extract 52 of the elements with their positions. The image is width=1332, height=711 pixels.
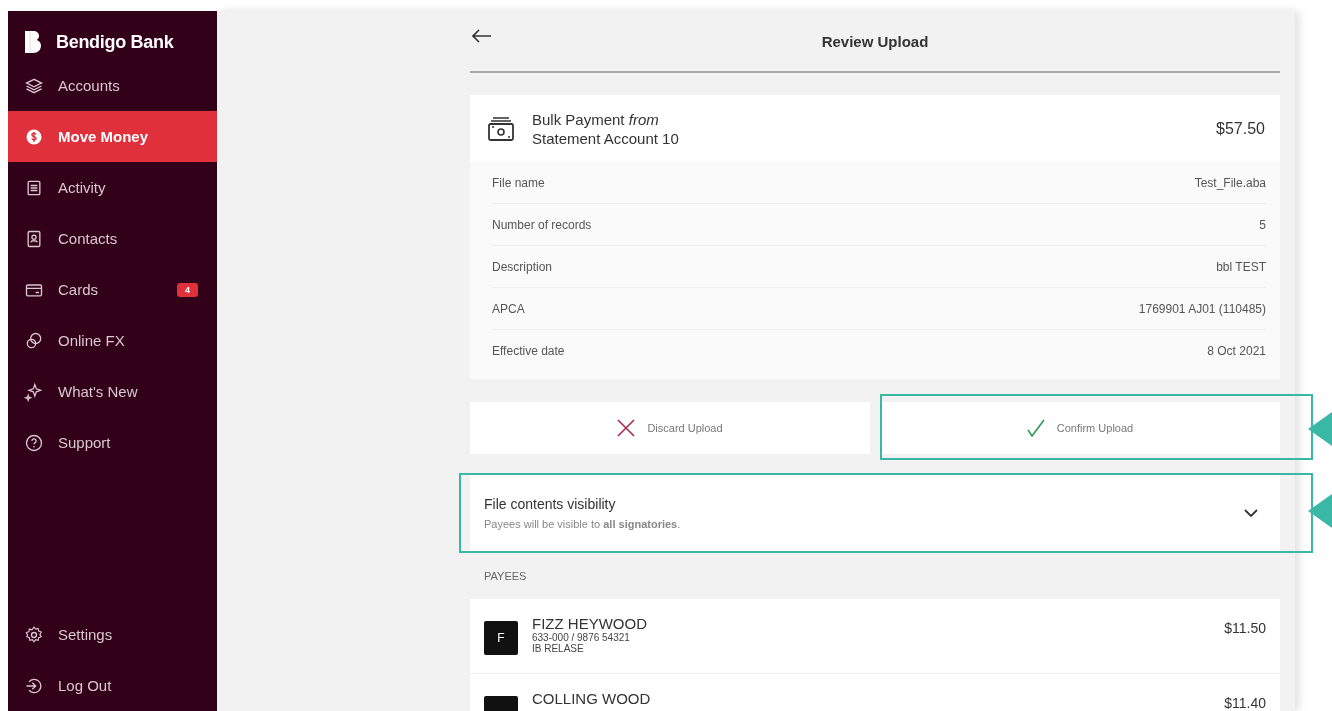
detail-value: Test_File.aba (1194, 175, 1266, 190)
total-amount: $57.50 (1216, 119, 1265, 138)
confirm-upload-button[interactable]: Confirm Upload (880, 402, 1280, 454)
nav-item[interactable]: Contacts (8, 213, 217, 264)
nav-item[interactable]: Support (8, 417, 217, 468)
page-title: Review Upload (821, 32, 929, 50)
nav-item[interactable]: Log Out (8, 660, 217, 711)
payment-title: Bulk Payment from (532, 110, 660, 128)
payee-row[interactable]: F FIZZ HEYWOOD 633-000 / 9876 54321 IB RELASE $11.50 (470, 599, 1280, 674)
payee-amount: $11.50 (1224, 620, 1266, 636)
payee-name: FIZZ HEYWOOD (532, 615, 647, 632)
detail-label: File name (492, 175, 545, 190)
payee-account: 633-000 / 9876 54321 (532, 632, 631, 643)
check-icon (1026, 419, 1045, 437)
logo-icon (24, 31, 42, 53)
nav-item[interactable]: Accounts (8, 60, 217, 111)
detail-value: 5 (1259, 217, 1266, 232)
detail-value: bbl TEST (1216, 259, 1266, 274)
sparkle-icon (24, 381, 44, 402)
detail-label: APCA (492, 301, 525, 316)
help-icon (24, 432, 44, 453)
coins-icon (24, 330, 44, 351)
pointer-marker (1308, 412, 1332, 446)
back-arrow-icon[interactable] (472, 29, 492, 43)
pointer-marker (1308, 494, 1332, 528)
nav-item[interactable]: Move Money (8, 111, 217, 162)
brand-name: Bendigo Bank (56, 31, 174, 53)
visibility-title: File contents visibility (484, 496, 617, 512)
cash-icon (487, 115, 515, 142)
account-name: Statement Account 10 (532, 129, 679, 147)
nav-item[interactable]: What's New (8, 366, 217, 417)
visibility-note: Payees will be visible to all signatories. (484, 518, 681, 530)
section-heading: PAYEES (483, 569, 528, 584)
detail-label: Effective date (492, 343, 565, 358)
payee-row[interactable]: COLLING WOOD $11.40 (470, 674, 1280, 711)
detail-label: Description (492, 259, 553, 274)
nav-item[interactable]: Online FX (8, 315, 217, 366)
nav-item[interactable]: Cards 4 (8, 264, 217, 315)
avatar: F (484, 621, 518, 655)
nav-item[interactable]: Settings (8, 609, 217, 660)
payee-reference: IB RELASE (532, 643, 585, 654)
discard-upload-button[interactable]: Discard Upload (470, 402, 870, 454)
settings-icon (24, 624, 44, 645)
nav-item[interactable]: Activity (8, 162, 217, 213)
payee-name: COLLING WOOD (532, 690, 651, 707)
payee-amount: $11.40 (1224, 695, 1266, 711)
count-badge: 4 (177, 282, 198, 297)
close-icon (617, 419, 636, 437)
detail-value: 8 Oct 2021 (1207, 343, 1266, 358)
detail-label: Number of records (492, 217, 592, 232)
visibility-panel[interactable]: File contents visibility Payees will be visible to all signatories. (470, 475, 1280, 551)
detail-value: 1769901 AJ01 (110485) (1138, 301, 1266, 316)
